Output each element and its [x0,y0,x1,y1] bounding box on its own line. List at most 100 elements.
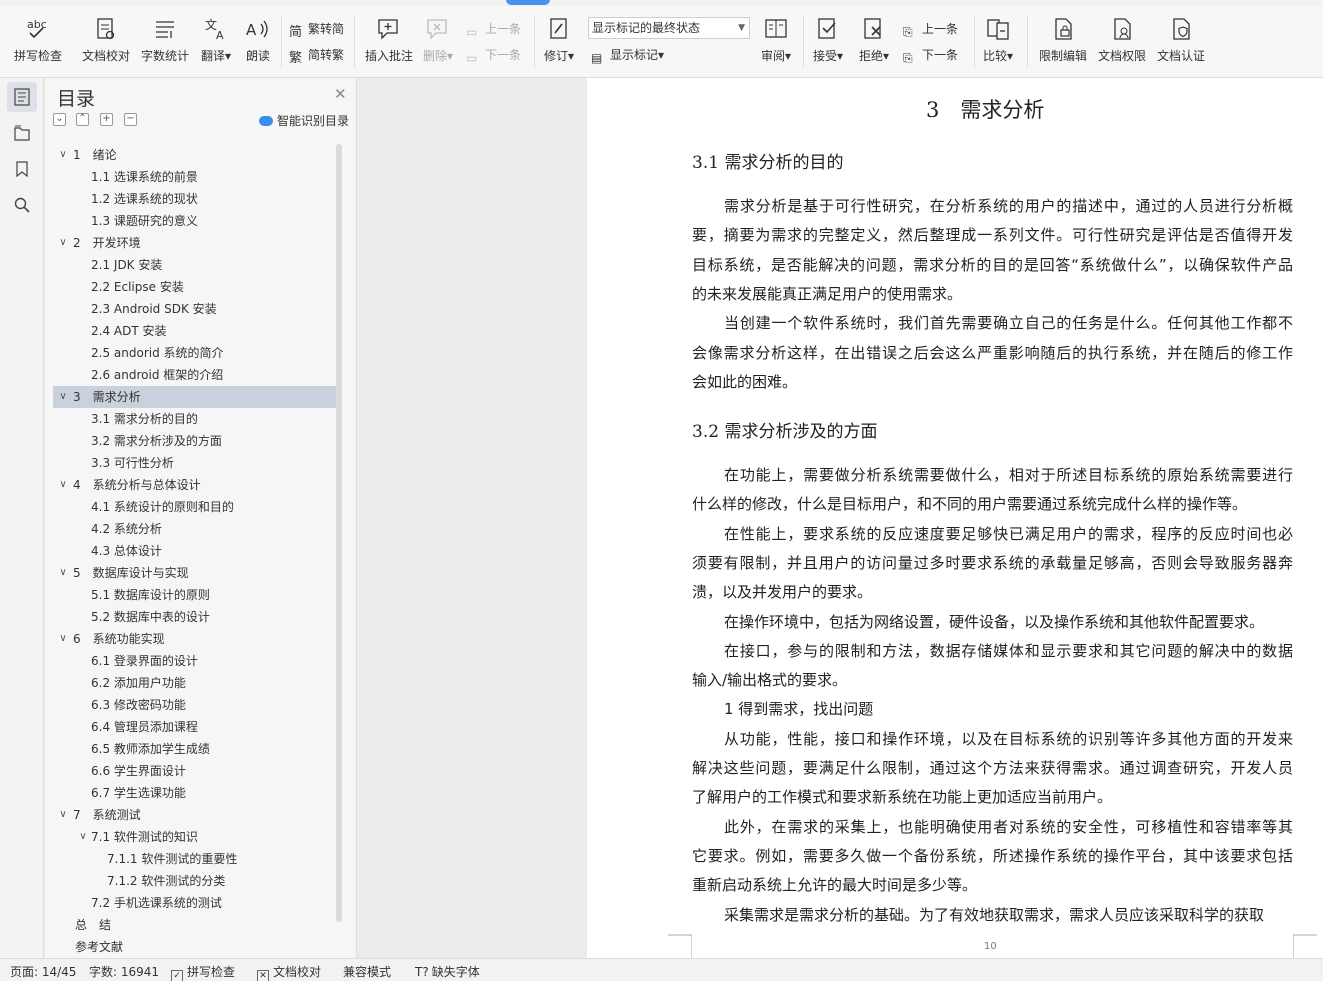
toc-item[interactable]: 4.3 总体设计 [53,540,337,562]
toc-item[interactable]: 2.4 ADT 安装 [53,320,337,342]
toc-item-label: 7.1.1 软件测试的重要性 [107,852,238,866]
toc-item[interactable]: ∨ 7 系统测试 [53,804,337,826]
chevron-down-icon[interactable]: ∨ [57,144,69,166]
chevron-down-icon[interactable]: ∨ [57,474,69,496]
toc-item-label: 3 需求分析 [73,390,141,404]
toc-item[interactable]: 3.2 需求分析涉及的方面 [53,430,337,452]
toc-item[interactable]: 总 结 [53,914,337,936]
certificate-icon [1173,18,1190,40]
toc-item[interactable]: ∨ 4 系统分析与总体设计 [53,474,337,496]
toc-item[interactable]: ∨ 6 系统功能实现 [53,628,337,650]
toc-item[interactable]: ∨ 3 需求分析 [53,386,337,408]
toc-item[interactable]: 6.1 登录界面的设计 [53,650,337,672]
toc-item-label: 4 系统分析与总体设计 [73,478,201,492]
toc-item-label: 2.6 android 框架的介绍 [91,368,224,382]
paragraph-line: 在操作环境中，包括为网络设置，硬件设备，以及操作系统和其他软件配置要求。 [724,612,1265,631]
chevron-down-icon[interactable]: ∨ [57,386,69,408]
trad-to-simp-button[interactable]: 简繁转简 [289,20,344,40]
smart-toc-icon [259,116,273,126]
smart-toc-button[interactable]: 智能识别目录 [259,112,349,129]
active-tab-indicator[interactable] [506,0,550,5]
toc-item[interactable]: 6.6 学生界面设计 [53,760,337,782]
status-spell-check[interactable]: ✓ 拼写检查 [171,963,235,981]
toc-item[interactable]: 2.2 Eclipse 安装 [53,276,337,298]
simp-to-trad-button[interactable]: 繁简转繁 [289,46,344,66]
toc-item-label: 5.1 数据库设计的原则 [91,588,210,602]
toc-item[interactable]: 3.1 需求分析的目的 [53,408,337,430]
prev-comment-button[interactable]: ▭ 上一条 [466,20,521,39]
toc-item-label: 参考文献 [75,940,124,954]
next-change-button[interactable]: ⎘ 下一条 [903,46,958,65]
paragraph-line: 须要有限制，并且用户的访问量过多时要求系统的承载量足够高，否则会导致服务器奔 [692,553,1293,572]
separator [534,16,535,68]
remove-level-icon[interactable]: − [124,113,137,126]
paragraph-line: 1 得到需求，找出问题 [724,700,874,719]
chevron-down-icon[interactable]: ∨ [57,562,69,584]
paragraph-line: 在功能上，需要做分析系统需要做什么，相对于所述目标系统的原始系统需要进行 [724,466,1293,484]
toc-item[interactable]: 3.3 可行性分析 [53,452,337,474]
toc-item[interactable]: ∨ 2 开发环境 [53,232,337,254]
toc-item[interactable]: 2.5 andorid 系统的简介 [53,342,337,364]
permission-icon [1114,18,1131,40]
add-level-icon[interactable]: + [100,113,113,126]
toc-title: 目录 [57,88,96,110]
toc-item[interactable]: 4.1 系统设计的原则和目的 [53,496,337,518]
expand-up-icon[interactable]: ⌃ [76,113,89,126]
toc-item[interactable]: 7.2 手机选课系统的测试 [53,892,337,914]
toc-item-label: 总 结 [75,918,112,932]
toc-item-label: 7 系统测试 [73,808,141,822]
toc-item[interactable]: 1.3 课题研究的意义 [53,210,337,232]
chevron-down-icon[interactable]: ∨ [57,232,69,254]
toc-item[interactable]: 6.2 添加用户功能 [53,672,337,694]
toc-item[interactable]: 6.4 管理员添加课程 [53,716,337,738]
toc-item[interactable]: ∨ 1 绪论 [53,144,337,166]
chapter-nav-button[interactable] [7,118,37,148]
toc-item[interactable]: 5.1 数据库设计的原则 [53,584,337,606]
toc-item[interactable]: ∨ 5 数据库设计与实现 [53,562,337,584]
page-indicator[interactable]: 页面: 14/45 [10,963,76,980]
toc-item[interactable]: 2.1 JDK 安装 [53,254,337,276]
collapse-all-icon[interactable]: ⌄ [53,113,66,126]
chevron-down-icon[interactable]: ∨ [77,826,89,848]
toc-item[interactable]: 4.2 系统分析 [53,518,337,540]
toc-item[interactable]: 参考文献 [53,936,337,958]
paragraph-line: 输入/输出格式的要求。 [692,671,848,690]
toc-item[interactable]: 1.2 选课系统的现状 [53,188,337,210]
toc-item[interactable]: 7.1.1 软件测试的重要性 [53,848,337,870]
close-icon[interactable]: ✕ [334,85,347,103]
next-change-icon: ⎘ [903,51,913,65]
toc-item[interactable]: 6.3 修改密码功能 [53,694,337,716]
review-icon [765,19,787,38]
lock-icon [1055,18,1072,40]
status-doc-proof[interactable]: ✕ 文档校对 [257,963,321,981]
next-comment-button[interactable]: ▭ 下一条 [466,46,521,65]
toc-item[interactable]: 2.3 Android SDK 安装 [53,298,337,320]
chevron-down-icon[interactable]: ∨ [57,804,69,826]
chevron-down-icon[interactable]: ∨ [57,628,69,650]
toc-item[interactable]: 5.2 数据库中表的设计 [53,606,337,628]
toc-item[interactable]: 1.1 选课系统的前景 [53,166,337,188]
toc-item[interactable]: 6.7 学生选课功能 [53,782,337,804]
toc-item[interactable]: 6.5 教师添加学生成绩 [53,738,337,760]
markup-mode-select[interactable]: 显示标记的最终状态 ▼ [588,17,750,39]
word-count-indicator[interactable]: 字数: 16941 [89,963,159,980]
toc-item[interactable]: ∨ 7.1 软件测试的知识 [53,826,337,848]
word-count-icon [156,21,174,38]
toc-panel-button[interactable] [7,82,37,112]
simp-trad-icon: 繁 [289,51,303,66]
show-markup-button[interactable]: ▤ 显示标记▾ [591,46,664,65]
bookmark-button[interactable] [7,154,37,184]
comment-delete-icon [427,19,447,40]
prev-change-button[interactable]: ⎘ 上一条 [903,20,958,39]
paragraph-line: 重新启动系统上允许的最大时间是多少等。 [692,876,978,895]
missing-font-button[interactable]: T? 缺失字体 [415,963,480,980]
toc-item[interactable]: 2.6 android 框架的介绍 [53,364,337,386]
toc-item-label: 6.1 登录界面的设计 [91,654,198,668]
search-button[interactable] [7,190,37,220]
reject-icon [864,18,881,39]
paragraph-line: 需求分析是基于可行性研究，在分析系统的用户的描述中，通过的人员进行分析概 [724,197,1293,215]
toc-scrollbar[interactable] [336,144,342,922]
check-icon: ✓ [171,970,183,981]
toc-item[interactable]: 7.1.2 软件测试的分类 [53,870,337,892]
search-icon [14,197,30,213]
